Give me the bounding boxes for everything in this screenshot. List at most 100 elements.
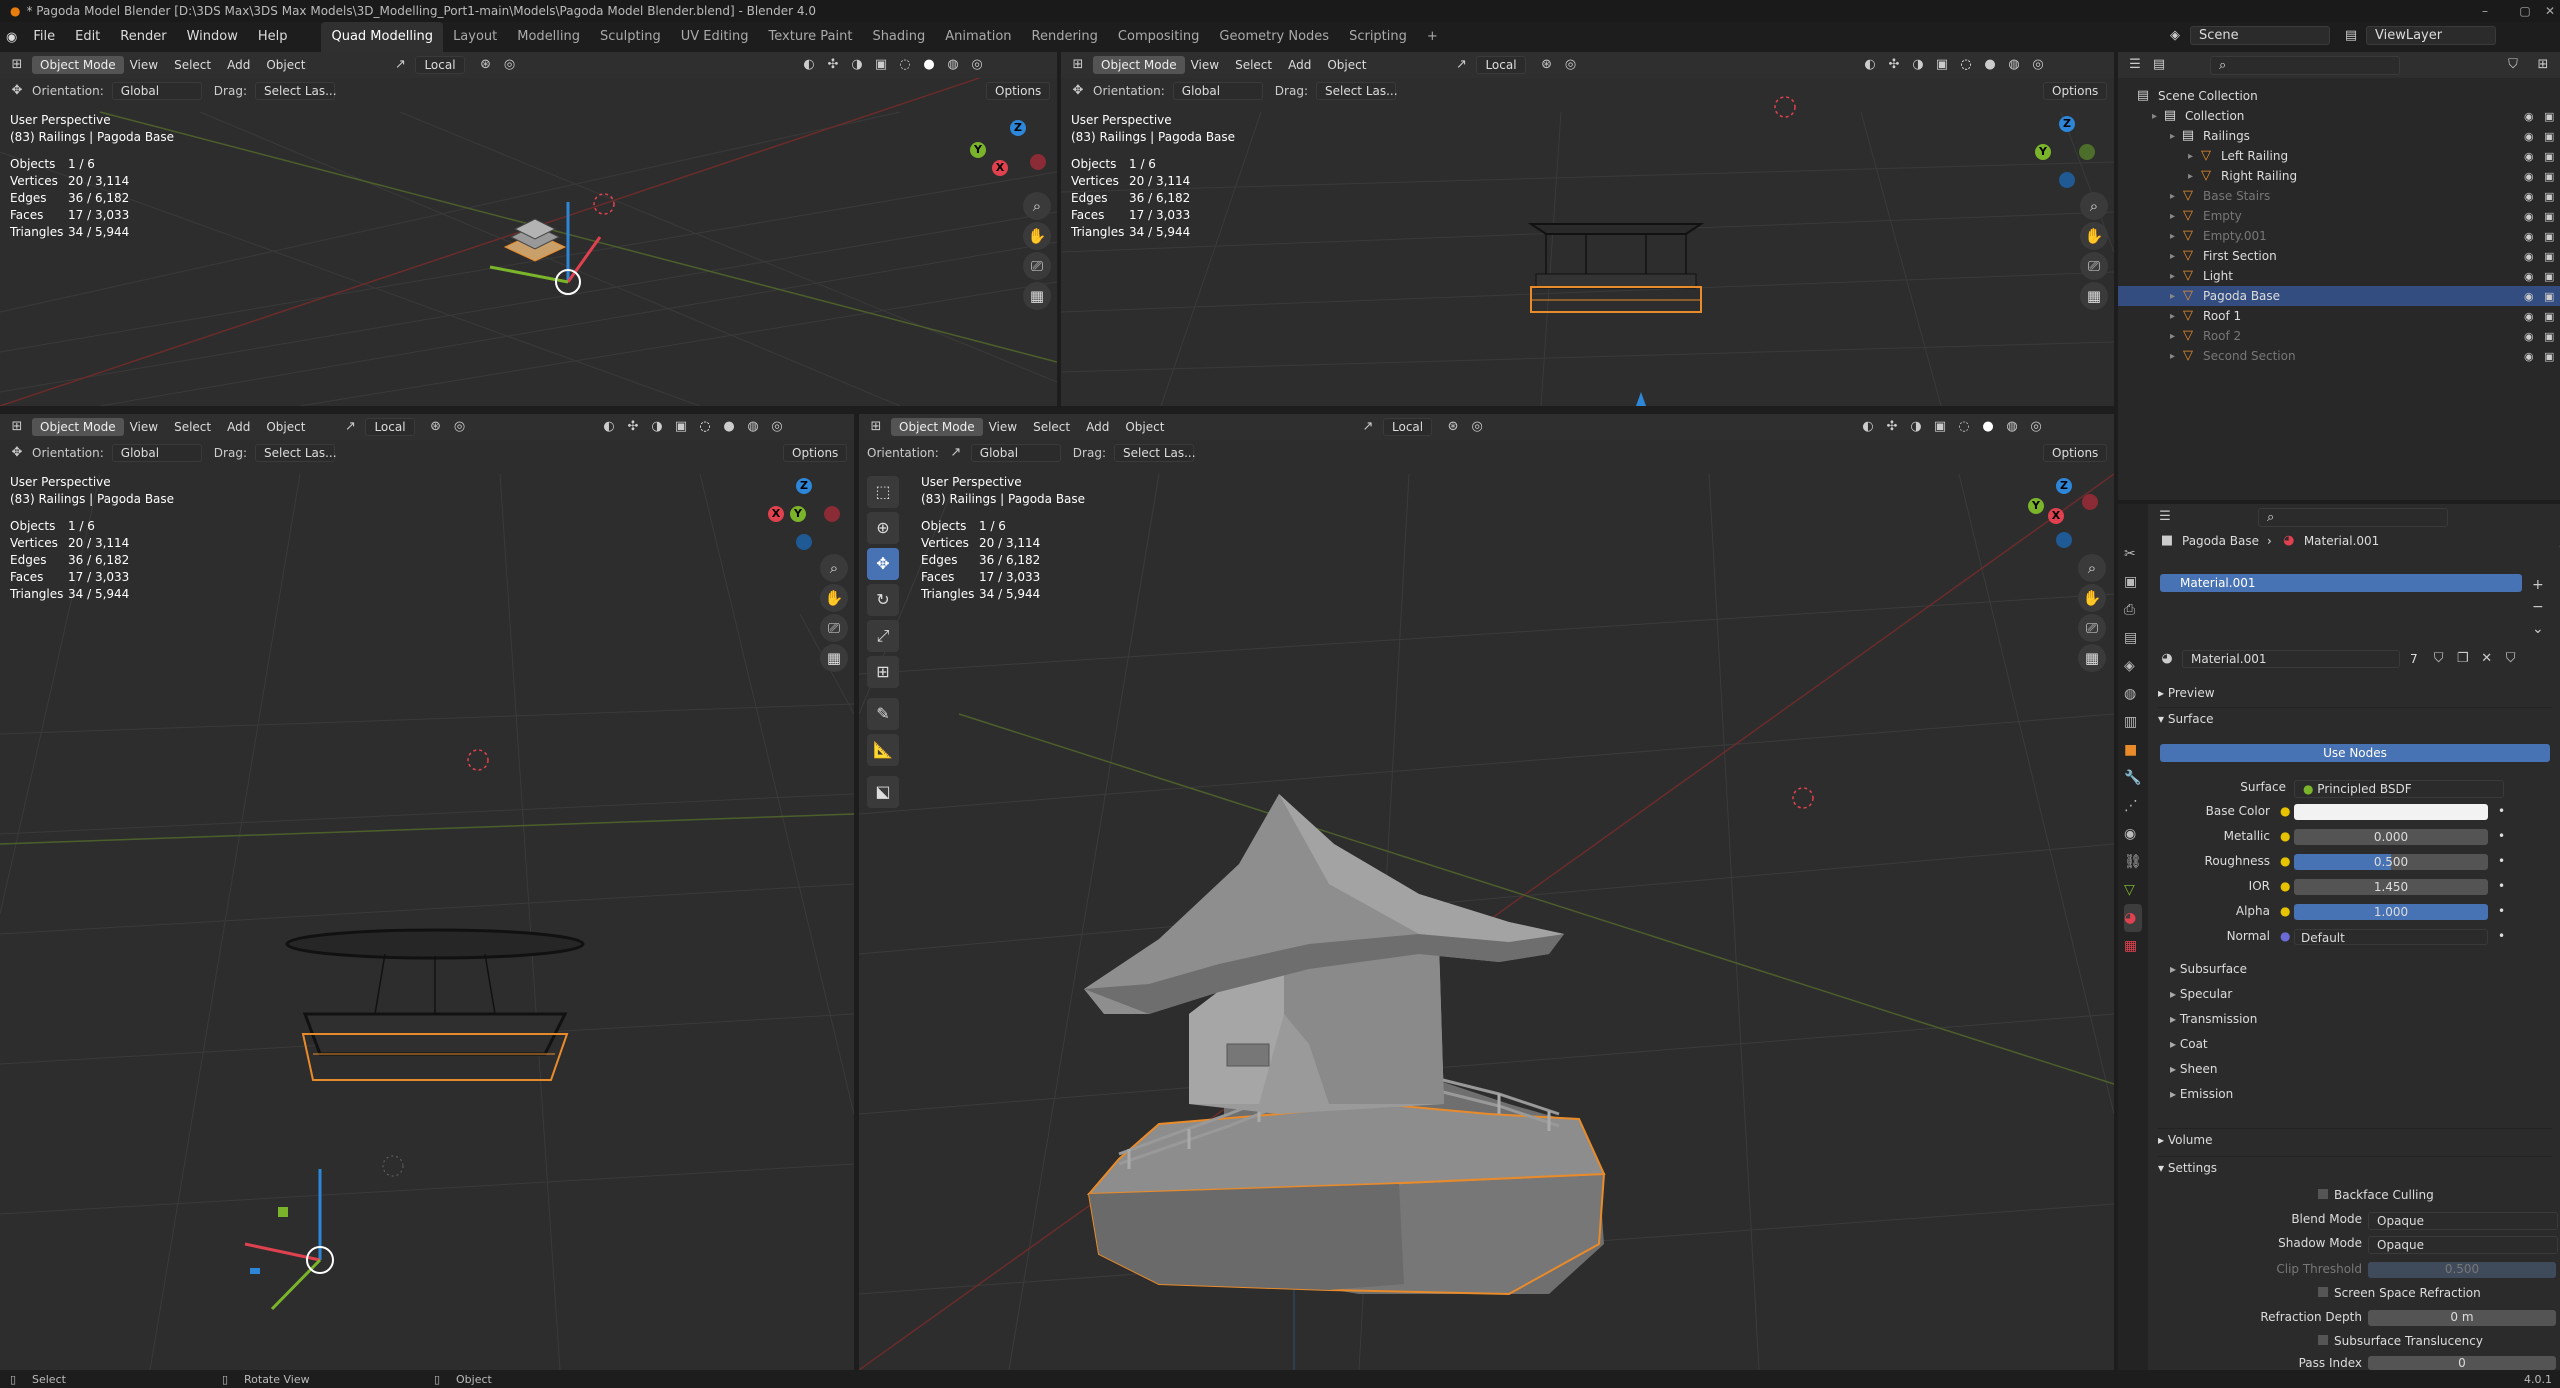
camera-view-icon[interactable]: ⎚ bbox=[1023, 252, 1051, 280]
material-tab-icon[interactable]: ◕ bbox=[2124, 904, 2142, 932]
tree-item[interactable]: ▸ ▽ First Section ◉ ▣ bbox=[2118, 246, 2560, 266]
visibility-icon[interactable]: ◐ bbox=[800, 56, 818, 74]
menu-add[interactable]: Add bbox=[1086, 420, 1109, 434]
tool-tab-icon[interactable]: ✂ bbox=[2124, 540, 2142, 568]
field-value[interactable] bbox=[2294, 804, 2488, 820]
expand-icon[interactable]: ▸ bbox=[2170, 231, 2175, 242]
menu-view[interactable]: View bbox=[130, 420, 158, 434]
tree-item[interactable]: ▸ ▤ Collection ◉ ▣ bbox=[2118, 106, 2560, 126]
tab-scripting[interactable]: Scripting bbox=[1339, 22, 1417, 52]
solid-shading-icon[interactable]: ● bbox=[1981, 56, 1999, 74]
gizmo-icon[interactable]: ✣ bbox=[1885, 56, 1903, 74]
render-toggle-icon[interactable]: ▣ bbox=[2544, 150, 2554, 163]
options-dropdown[interactable]: Options bbox=[2043, 444, 2108, 462]
render-toggle-icon[interactable]: ▣ bbox=[2544, 310, 2554, 323]
visibility-toggle-icon[interactable]: ◉ bbox=[2524, 110, 2534, 123]
mode-dropdown[interactable]: Object Mode bbox=[32, 56, 124, 74]
wireframe-shading-icon[interactable]: ◌ bbox=[1957, 56, 1975, 74]
subpanel-coat[interactable]: ▸ Coat bbox=[2170, 1037, 2208, 1051]
collection-tab-icon[interactable]: ▥ bbox=[2124, 708, 2142, 736]
tree-item[interactable]: ▸ ▽ Roof 1 ◉ ▣ bbox=[2118, 306, 2560, 326]
solid-shading-icon[interactable]: ● bbox=[1979, 418, 1997, 436]
drag-dropdown[interactable]: Select Las... bbox=[254, 82, 337, 100]
pan-icon[interactable]: ✋ bbox=[2078, 584, 2106, 612]
navigation-gizmo[interactable]: Z Y X bbox=[2026, 476, 2106, 556]
new-collection-icon[interactable]: ⊞ bbox=[2534, 56, 2552, 74]
backface-culling-checkbox[interactable]: Backface Culling bbox=[2318, 1188, 2434, 1202]
mode-dropdown[interactable]: Object Mode bbox=[32, 418, 124, 436]
camera-view-icon[interactable]: ⎚ bbox=[820, 614, 848, 642]
shadow-mode-dropdown[interactable]: Opaque bbox=[2368, 1236, 2558, 1254]
visibility-toggle-icon[interactable]: ◉ bbox=[2524, 130, 2534, 143]
transform-orientation-dropdown[interactable]: Local bbox=[415, 56, 465, 74]
menu-object[interactable]: Object bbox=[1125, 420, 1164, 434]
transform-tool-icon[interactable]: ⊞ bbox=[867, 656, 899, 688]
wireframe-shading-icon[interactable]: ◌ bbox=[896, 56, 914, 74]
pass-index-field[interactable]: 0 bbox=[2368, 1356, 2556, 1370]
expand-icon[interactable]: ▸ bbox=[2170, 271, 2175, 282]
tree-item[interactable]: ▸ ▽ Second Section ◉ ▣ bbox=[2118, 346, 2560, 366]
editor-type-icon[interactable]: ⊞ bbox=[867, 418, 885, 436]
outliner-search-input[interactable]: ⌕ bbox=[2210, 55, 2400, 75]
menu-select[interactable]: Select bbox=[1033, 420, 1070, 434]
orientation-dropdown[interactable]: Global bbox=[111, 444, 202, 462]
close-icon[interactable]: ✕ bbox=[2530, 0, 2560, 22]
ortho-toggle-icon[interactable]: ▦ bbox=[2080, 282, 2108, 310]
menu-object[interactable]: Object bbox=[266, 420, 305, 434]
expand-icon[interactable]: ▸ bbox=[2170, 351, 2175, 362]
duplicate-icon[interactable]: ❐ bbox=[2454, 650, 2472, 668]
ortho-toggle-icon[interactable]: ▦ bbox=[820, 644, 848, 672]
scene-selector[interactable]: ◈ Scene ▤ ViewLayer bbox=[2166, 26, 2508, 45]
overlay-icon[interactable]: ◑ bbox=[1907, 418, 1925, 436]
proportional-edit-icon[interactable]: ◎ bbox=[1468, 418, 1486, 436]
object-tab-icon[interactable]: ■ bbox=[2124, 736, 2142, 764]
render-toggle-icon[interactable]: ▣ bbox=[2544, 190, 2554, 203]
keyframe-icon[interactable]: • bbox=[2498, 854, 2505, 868]
render-tab-icon[interactable]: ▣ bbox=[2124, 568, 2142, 596]
viewport-bottom-left[interactable]: ⊞ Object Mode View Select Add Object ↗ L… bbox=[0, 414, 854, 1370]
tab-quad-modelling[interactable]: Quad Modelling bbox=[321, 22, 444, 52]
world-tab-icon[interactable]: ◍ bbox=[2124, 680, 2142, 708]
navigation-gizmo[interactable]: Z Y X bbox=[766, 476, 846, 556]
add-cube-tool-icon[interactable]: ⬕ bbox=[867, 776, 899, 808]
material-slot-list[interactable] bbox=[2160, 558, 2524, 634]
expand-icon[interactable]: ▸ bbox=[2170, 191, 2175, 202]
drag-dropdown[interactable]: Select Las... bbox=[254, 444, 337, 462]
snap-icon[interactable]: ⊛ bbox=[1538, 56, 1556, 74]
axis-x-ball[interactable]: X bbox=[992, 160, 1008, 176]
zoom-icon[interactable]: ⌕ bbox=[2080, 192, 2108, 220]
expand-icon[interactable]: ▸ bbox=[2170, 251, 2175, 262]
menu-select[interactable]: Select bbox=[174, 58, 211, 72]
tab-modelling[interactable]: Modelling bbox=[507, 22, 590, 52]
tree-item[interactable]: ▸ ▽ Empty.001 ◉ ▣ bbox=[2118, 226, 2560, 246]
menu-add[interactable]: Add bbox=[1288, 58, 1311, 72]
filter-icon[interactable]: ⛉ bbox=[2504, 56, 2522, 74]
viewport-bottom-right[interactable]: ⊞ Object Mode View Select Add Object ↗ L… bbox=[859, 414, 2114, 1370]
axis-neg-z-ball[interactable] bbox=[796, 534, 812, 550]
menu-window[interactable]: Window bbox=[177, 22, 248, 52]
constraints-tab-icon[interactable]: ⛓ bbox=[2124, 848, 2142, 876]
axis-z-ball[interactable]: Z bbox=[2059, 116, 2075, 132]
gizmo-icon[interactable]: ✣ bbox=[624, 418, 642, 436]
orientation-dropdown[interactable]: Global bbox=[1172, 82, 1263, 100]
minimize-icon[interactable]: – bbox=[2465, 0, 2505, 22]
camera-view-icon[interactable]: ⎚ bbox=[2080, 252, 2108, 280]
axis-y-ball[interactable]: Y bbox=[2028, 498, 2044, 514]
editor-type-icon[interactable]: ⊞ bbox=[8, 418, 26, 436]
xray-icon[interactable]: ▣ bbox=[1931, 418, 1949, 436]
pan-icon[interactable]: ✋ bbox=[2080, 222, 2108, 250]
transform-pivot-icon[interactable]: ↗ bbox=[1359, 418, 1377, 436]
menu-object[interactable]: Object bbox=[1327, 58, 1366, 72]
rendered-shading-icon[interactable]: ◎ bbox=[2027, 418, 2045, 436]
surface-shader-field[interactable]: ● Principled BSDF bbox=[2294, 780, 2504, 798]
keyframe-icon[interactable]: • bbox=[2498, 829, 2505, 843]
socket-icon[interactable]: ● bbox=[2280, 904, 2290, 918]
navigation-gizmo[interactable]: Z Y bbox=[2027, 114, 2107, 194]
data-tab-icon[interactable]: ▽ bbox=[2124, 876, 2142, 904]
tab-animation[interactable]: Animation bbox=[935, 22, 1021, 52]
tab-uv-editing[interactable]: UV Editing bbox=[671, 22, 759, 52]
visibility-toggle-icon[interactable]: ◉ bbox=[2524, 350, 2534, 363]
tab-sculpting[interactable]: Sculpting bbox=[590, 22, 671, 52]
keyframe-icon[interactable]: • bbox=[2498, 879, 2505, 893]
scene-tab-icon[interactable]: ◈ bbox=[2124, 652, 2142, 680]
